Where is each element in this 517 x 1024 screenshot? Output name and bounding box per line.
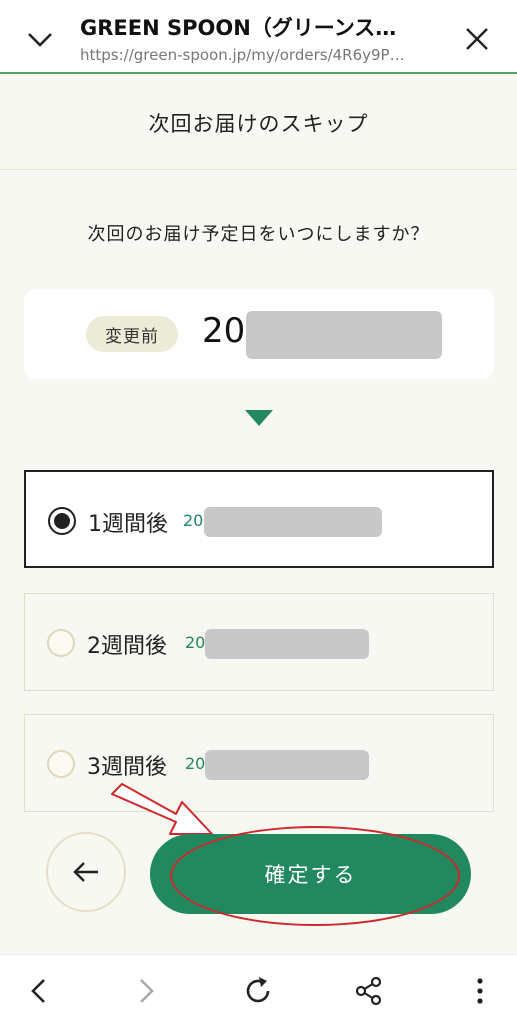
chevron-right-icon[interactable] <box>127 971 167 1011</box>
before-change-badge: 変更前 <box>86 316 178 352</box>
option-3-weeks[interactable]: 3週間後 20 <box>24 714 494 812</box>
redacted-date <box>246 311 442 359</box>
option-date: 20 <box>185 754 206 773</box>
option-label: 3週間後 <box>87 755 167 780</box>
browser-page-title: GREEN SPOON（グリーンス… <box>80 16 397 40</box>
browser-top-bar: GREEN SPOON（グリーンス… https://green-spoon.j… <box>0 0 517 74</box>
option-label: 1週間後 <box>88 512 168 537</box>
option-2-weeks[interactable]: 2週間後 20 <box>24 593 494 691</box>
option-label: 2週間後 <box>87 634 167 659</box>
option-1-week[interactable]: 1週間後 20 <box>24 470 494 568</box>
radio-button[interactable] <box>48 507 76 535</box>
browser-url[interactable]: https://green-spoon.jp/my/orders/4R6y9P… <box>80 46 440 64</box>
chevron-left-icon[interactable] <box>18 971 58 1011</box>
page-title: 次回お届けのスキップ <box>0 76 517 170</box>
option-date: 20 <box>183 511 204 530</box>
radio-button[interactable] <box>47 750 75 778</box>
radio-button[interactable] <box>47 629 75 657</box>
browser-nav-bar <box>0 954 517 1024</box>
redacted-date <box>204 507 382 537</box>
reload-icon[interactable] <box>238 971 278 1011</box>
current-delivery-card: 変更前 20 <box>24 289 494 379</box>
confirm-button[interactable]: 確定する <box>150 834 471 914</box>
current-delivery-date: 20 <box>202 311 246 351</box>
skip-question: 次回のお届け予定日をいつにしますか？ <box>87 224 430 245</box>
chevron-down-icon[interactable] <box>22 22 58 58</box>
arrow-left-icon <box>73 862 98 882</box>
triangle-down-icon <box>245 410 273 426</box>
more-vert-icon[interactable] <box>460 971 500 1011</box>
share-icon[interactable] <box>349 971 389 1011</box>
close-icon[interactable] <box>458 20 496 58</box>
redacted-date <box>205 629 369 659</box>
redacted-date <box>205 750 369 780</box>
back-button[interactable] <box>46 832 126 912</box>
option-date: 20 <box>185 633 206 652</box>
